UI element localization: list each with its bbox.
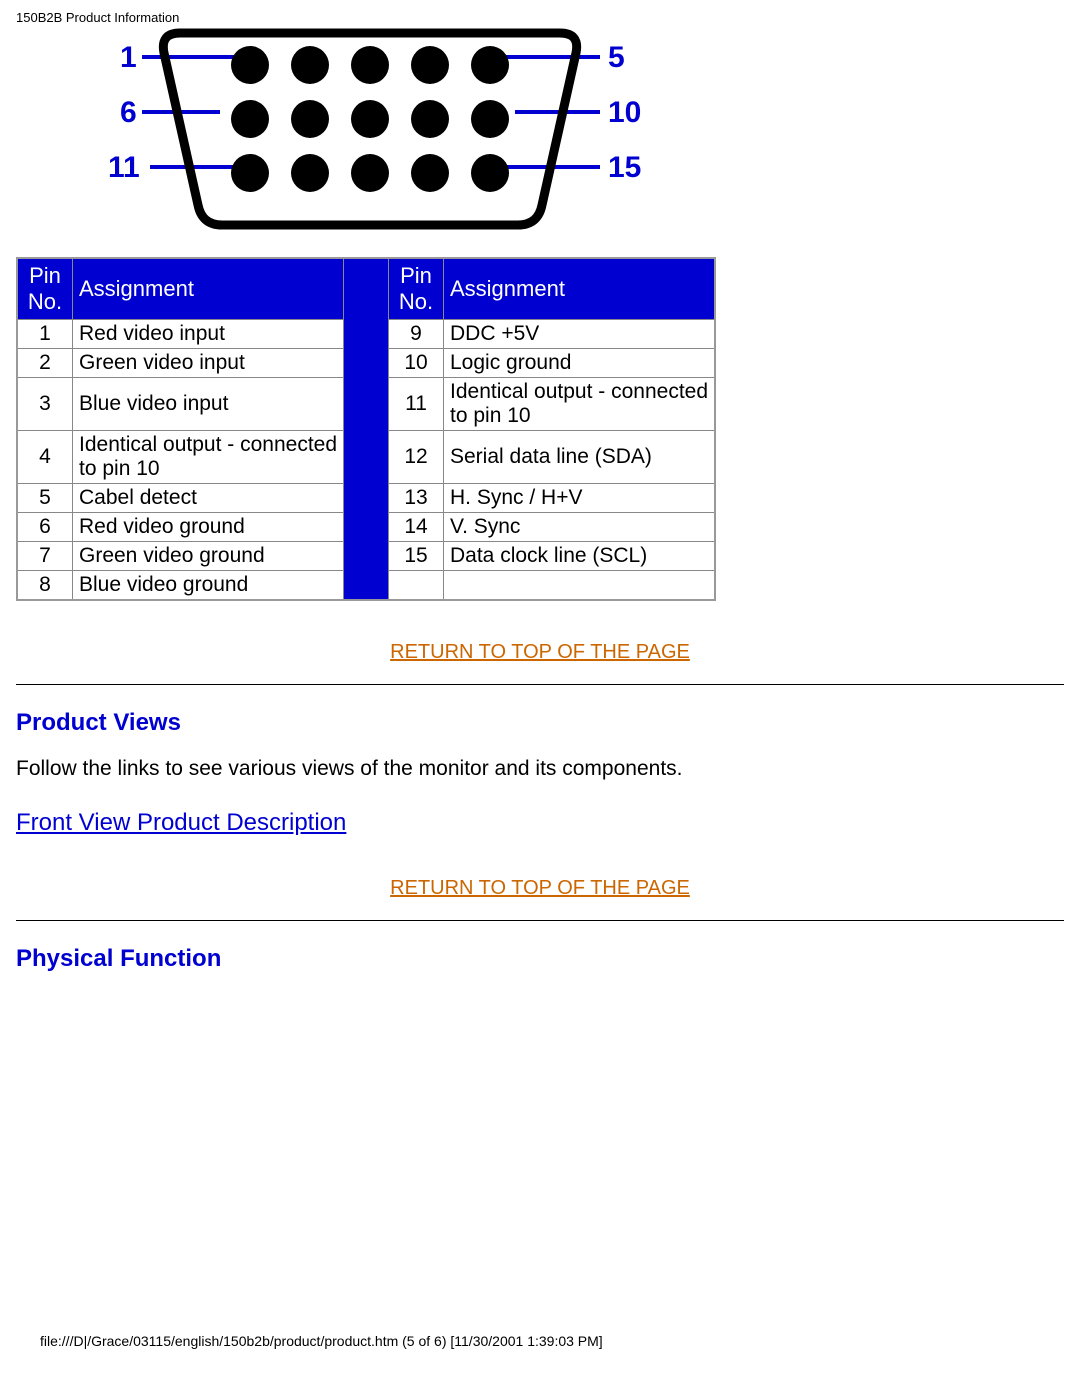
page-footer: file:///D|/Grace/03115/english/150b2b/pr… [0, 993, 1080, 1363]
divider [16, 684, 1064, 685]
th-pin-no-left: Pin No. [17, 258, 73, 320]
divider [16, 920, 1064, 921]
page-header: 150B2B Product Information [0, 0, 1080, 27]
vga-connector-diagram: 1 6 11 5 10 15 [90, 27, 650, 237]
return-top-link-2[interactable]: RETURN TO TOP OF THE PAGE [390, 877, 690, 899]
pin-label-1: 1 [120, 41, 137, 74]
table-spacer [344, 258, 389, 600]
pin-assignment-table: Pin No. Assignment Pin No. Assignment 1R… [16, 257, 716, 601]
front-view-link[interactable]: Front View Product Description [16, 809, 346, 837]
pin-label-6: 6 [120, 96, 137, 129]
th-assignment-left: Assignment [73, 258, 344, 320]
physical-function-heading: Physical Function [16, 945, 1064, 973]
pin-label-5: 5 [608, 41, 625, 74]
pin-label-15: 15 [608, 151, 641, 184]
return-top-link-1[interactable]: RETURN TO TOP OF THE PAGE [390, 641, 690, 663]
th-pin-no-right: Pin No. [389, 258, 444, 320]
pin-label-10: 10 [608, 96, 641, 129]
product-views-heading: Product Views [16, 709, 1064, 737]
th-assignment-right: Assignment [444, 258, 716, 320]
pin-label-11: 11 [108, 151, 140, 184]
product-views-text: Follow the links to see various views of… [16, 757, 1064, 781]
